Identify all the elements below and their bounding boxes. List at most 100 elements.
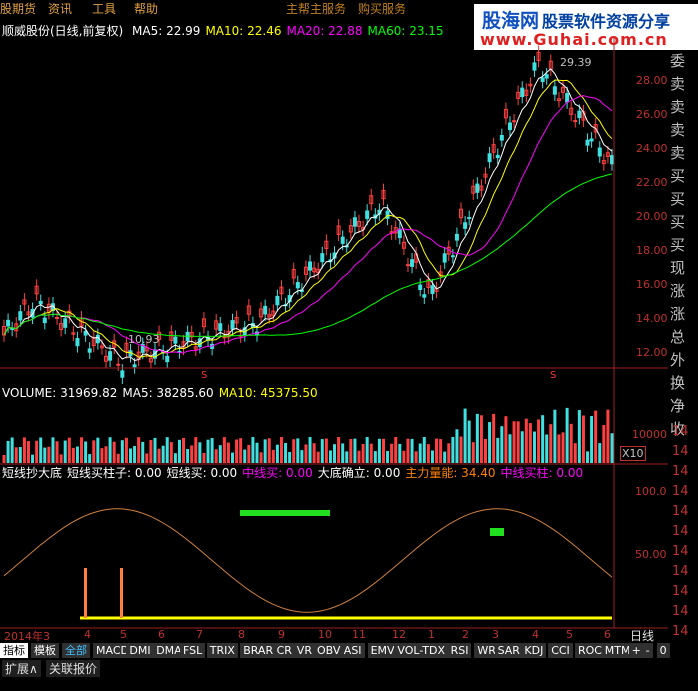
volume-bar	[88, 454, 92, 463]
tab-kdj[interactable]: KDJ	[521, 643, 548, 658]
quote-side-tick: 14	[672, 544, 689, 559]
volume-bar	[426, 444, 430, 463]
volume-bar	[337, 437, 341, 463]
candle-body	[520, 87, 525, 98]
tab-[interactable]: 模板	[31, 643, 60, 658]
quote-side-label: 买	[670, 190, 686, 208]
volume-bar	[439, 439, 443, 463]
volume-bar	[39, 437, 43, 463]
tab-cr[interactable]: CR	[273, 643, 296, 658]
tab-[interactable]: -	[642, 643, 654, 658]
expand-button[interactable]: 扩展∧	[2, 660, 41, 677]
related-quote-button[interactable]: 关联报价	[46, 660, 101, 677]
tab-cci[interactable]: CCI	[548, 643, 574, 658]
x-axis-label: 3	[492, 628, 499, 641]
volume-bar	[75, 446, 79, 463]
volume-bar	[165, 437, 169, 463]
tab-sar[interactable]: SAR	[494, 643, 524, 658]
tab-[interactable]: 全部	[62, 643, 91, 658]
volume-bar	[577, 410, 581, 463]
tab-fsl[interactable]: FSL	[180, 643, 207, 658]
volume-ma-label: MA10: 45375.50	[218, 386, 318, 400]
menu-item-buy[interactable]: 购买服务	[358, 0, 406, 17]
volume-bar	[561, 432, 565, 463]
tab-voltdx[interactable]: VOL-TDX	[394, 643, 449, 658]
candle-body	[573, 120, 578, 123]
quote-side-label: 净	[670, 397, 686, 415]
x-axis-label: 6	[604, 628, 611, 641]
tab-brar[interactable]: BRAR	[240, 643, 278, 658]
tab-rsi[interactable]: RSI	[447, 643, 473, 658]
candle-body	[585, 139, 590, 146]
candle-body	[75, 338, 80, 347]
candle-body	[63, 318, 68, 328]
volume-bar	[18, 447, 22, 463]
candle-body	[499, 134, 504, 141]
x-axis-label: 5	[120, 628, 127, 641]
volume-bar	[484, 438, 488, 463]
quote-side-label: 卖	[670, 75, 686, 93]
volume-bar	[235, 439, 239, 463]
menu-item-service[interactable]: 主帮主服务	[286, 0, 346, 17]
volume-bar	[488, 422, 492, 463]
volume-bar	[14, 447, 18, 463]
quote-side-label: 卖	[670, 121, 686, 139]
volume-bar	[545, 434, 549, 463]
tab-dmi[interactable]: DMI	[126, 643, 155, 658]
x-axis-label: 5	[566, 628, 573, 641]
indicator-line	[3, 508, 613, 613]
indicator-label: 短线买柱子: 0.00	[67, 466, 162, 480]
price-y-tick: 16.00	[636, 278, 668, 291]
volume-bar	[267, 438, 271, 463]
s-marker: S	[550, 370, 557, 381]
menu-item-tools[interactable]: 工具	[92, 0, 116, 17]
volume-bar	[524, 418, 528, 463]
candle-body	[577, 110, 582, 119]
chart-area[interactable]	[0, 38, 668, 643]
volume-bar	[569, 423, 573, 463]
volume-bar	[557, 434, 561, 463]
volume-bar	[145, 453, 149, 463]
volume-bar	[418, 443, 422, 463]
x-axis: 2014年3 4 5 6 7 8 9 10 11 12 1 2 3 4 5 6	[0, 628, 668, 643]
candle-body	[365, 210, 370, 219]
volume-bar	[422, 437, 426, 463]
candle-body	[610, 155, 614, 165]
volume-bar	[443, 451, 447, 463]
period-label[interactable]: 日线	[630, 627, 654, 644]
volume-bar	[22, 437, 26, 463]
tab-trix[interactable]: TRIX	[206, 643, 239, 658]
volume-bar	[410, 438, 414, 463]
quote-side-label: 买	[670, 213, 686, 231]
tab-asi[interactable]: ASI	[340, 643, 366, 658]
quote-side-panel: 委卖卖卖卖买买买买现涨涨总外换净收 14 14 14 14 14 14 14 14 14 14 14	[668, 50, 698, 670]
volume-bar	[206, 439, 210, 463]
candle-body	[320, 253, 325, 263]
volume-bar	[377, 438, 381, 463]
indicator-info-line: 短线抄大底 短线买柱子: 0.00 短线买: 0.00 中线买: 0.00 大底确立: …	[2, 464, 588, 481]
volume-bar	[414, 451, 418, 463]
volume-bar	[479, 415, 483, 463]
volume-bar	[451, 437, 455, 463]
ma-label: MA20: 22.88	[286, 24, 363, 38]
volume-bar	[202, 452, 206, 463]
tab-[interactable]: 指标	[0, 643, 29, 658]
tab-vr[interactable]: VR	[293, 643, 316, 658]
menu-item-news[interactable]: 资讯	[48, 0, 72, 17]
indicator-label: 中线买柱: 0.00	[500, 466, 584, 480]
volume-bar	[186, 448, 190, 463]
candle-body	[454, 233, 459, 241]
volume-bar	[324, 438, 328, 463]
volume-bar	[573, 443, 577, 463]
menu-item-futures[interactable]: 股期货	[0, 0, 36, 17]
volume-bar	[173, 453, 177, 463]
menu-item-help[interactable]: 帮助	[134, 0, 158, 17]
volume-bar	[141, 441, 145, 463]
volume-bar	[394, 437, 398, 463]
volume-bar	[190, 445, 194, 463]
volume-bar	[373, 451, 377, 463]
candle-body	[120, 370, 125, 378]
quote-side-tick: 14	[672, 564, 689, 579]
candle-body	[87, 348, 92, 353]
volume-bar	[316, 451, 320, 463]
